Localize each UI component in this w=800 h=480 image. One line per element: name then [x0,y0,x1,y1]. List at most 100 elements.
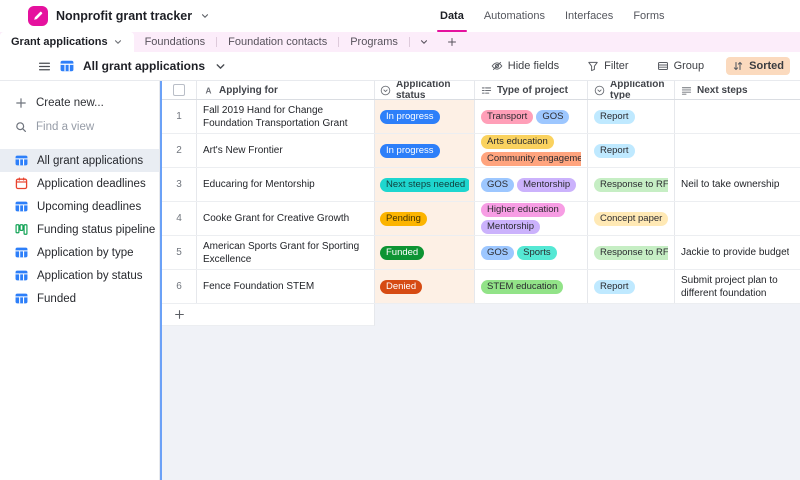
cell-application-status[interactable]: In progress [375,134,475,167]
cell-application-type[interactable]: Response to RFP [588,168,675,201]
cell-next-steps[interactable]: Neil to take ownership [675,168,800,201]
current-view-name[interactable]: All grant applications [83,59,205,73]
row-number-cell[interactable]: 4 [162,202,197,235]
cell-application-status[interactable]: Pending [375,202,475,235]
table-row: 2Art's New FrontierIn progressArts educa… [162,134,800,168]
column-header-application-type[interactable]: Application type [588,81,675,99]
cell-applying-for[interactable]: American Sports Grant for Sporting Excel… [197,236,375,269]
chevron-down-icon[interactable] [214,60,227,73]
cell-next-steps[interactable] [675,134,800,167]
row-number-cell[interactable]: 2 [162,134,197,167]
sidebar-view-all-grant-applications[interactable]: All grant applications [0,149,159,172]
button-label: Group [674,60,705,72]
cell-applying-for[interactable]: Educaring for Mentorship [197,168,375,201]
cell-application-type[interactable]: Report [588,270,675,303]
toolbar-left: All grant applications [38,59,227,73]
view-toolbar: All grant applications Hide fields Filter… [0,52,800,81]
group-icon [657,60,669,72]
sorted-button[interactable]: Sorted [726,57,790,75]
option-pill: Mentorship [481,220,540,234]
tab-grant-applications[interactable]: Grant applications [0,32,134,52]
eye-off-icon [491,60,503,72]
sidebar-view-funded[interactable]: Funded [0,287,159,310]
column-header-application-status[interactable]: Application status [375,81,475,99]
sidebar-view-application-deadlines[interactable]: Application deadlines [0,172,159,195]
cell-type-of-project[interactable]: GOSSports [475,236,588,269]
nav-automations[interactable]: Automations [484,0,545,32]
cell-application-status[interactable]: In progress [375,100,475,133]
cell-next-steps[interactable]: Jackie to provide budget [675,236,800,269]
nav-interfaces[interactable]: Interfaces [565,0,613,32]
column-header-applying-for[interactable]: AApplying for [197,81,375,99]
cell-next-steps[interactable] [675,100,800,133]
row-number-cell[interactable]: 1 [162,100,197,133]
add-table-button[interactable] [438,32,466,52]
row-number: 6 [176,281,182,292]
select-all-checkbox[interactable] [173,84,185,96]
sidebar-view-funding-status-pipeline[interactable]: Funding status pipeline [0,218,159,241]
cell-next-steps[interactable]: Submit project plan to different foundat… [675,270,800,303]
workspace-brand[interactable]: Nonprofit grant tracker [0,6,210,26]
create-new-label: Create new... [36,97,104,109]
tab-programs[interactable]: Programs [339,32,409,52]
column-label: Next steps [697,85,748,96]
grid-view-icon [15,292,28,305]
sidebar-view-application-by-type[interactable]: Application by type [0,241,159,264]
pencil-icon [32,10,44,22]
sidebar-view-application-by-status[interactable]: Application by status [0,264,159,287]
chevron-down-icon [113,37,123,47]
nav-data[interactable]: Data [440,0,464,32]
column-header-next-steps[interactable]: Next steps [675,81,800,99]
cell-applying-for[interactable]: Cooke Grant for Creative Growth [197,202,375,235]
cell-application-status[interactable]: Next steps needed [375,168,475,201]
row-number-cell[interactable]: 5 [162,236,197,269]
cell-application-type[interactable]: Report [588,134,675,167]
filter-button[interactable]: Filter [581,57,634,75]
nav-forms[interactable]: Forms [633,0,664,32]
chevron-down-icon[interactable] [200,11,210,21]
grid-view-icon [15,246,28,259]
cell-type-of-project[interactable]: Arts education Community engagement [475,134,588,167]
option-pill: Community engagement [481,152,581,166]
option-pill: Arts education [481,135,554,149]
tab-overflow-chevron[interactable] [410,32,438,52]
cell-application-type[interactable]: Concept paper [588,202,675,235]
plus-icon [174,309,185,320]
cell-type-of-project[interactable]: TransportGOS [475,100,588,133]
cell-applying-for[interactable]: Fall 2019 Hand for Change Foundation Tra… [197,100,375,133]
cell-applying-for[interactable]: Art's New Frontier [197,134,375,167]
row-number-cell[interactable]: 3 [162,168,197,201]
option-pill: Next steps needed [380,178,469,192]
cell-application-type[interactable]: Report [588,100,675,133]
cell-next-steps[interactable] [675,202,800,235]
row-number-cell[interactable]: 6 [162,270,197,303]
view-label: Funding status pipeline [37,224,155,236]
cell-type-of-project[interactable]: GOSMentorship [475,168,588,201]
table-row: 4 Cooke Grant for Creative GrowthPendingH… [162,202,800,236]
column-label: Application status [396,81,469,99]
cell-application-status[interactable]: Funded [375,236,475,269]
cell-applying-for[interactable]: Fence Foundation STEM [197,270,375,303]
header-checkbox-cell[interactable] [162,81,197,99]
sidebar-view-upcoming-deadlines[interactable]: Upcoming deadlines [0,195,159,218]
tab-label: Foundations [145,36,206,48]
find-view-input[interactable]: Find a view [0,115,159,139]
search-icon [15,121,27,133]
create-new-view-button[interactable]: Create new... [0,91,159,115]
option-pill: STEM education [481,280,563,294]
add-record-row[interactable] [162,304,375,326]
hide-fields-button[interactable]: Hide fields [485,57,565,75]
cell-type-of-project[interactable]: Higher educationMentorship [475,202,588,235]
row-number: 4 [176,213,182,224]
cell-application-status[interactable]: Denied [375,270,475,303]
column-header-type-of-project[interactable]: Type of project [475,81,588,99]
tab-label: Grant applications [11,36,108,48]
view-sidebar-toggle-icon[interactable] [38,60,51,73]
button-label: Sorted [749,60,784,72]
tab-foundations[interactable]: Foundations [134,32,217,52]
group-button[interactable]: Group [651,57,711,75]
tab-foundation-contacts[interactable]: Foundation contacts [217,32,338,52]
option-pill: Denied [380,280,422,294]
cell-type-of-project[interactable]: STEM education [475,270,588,303]
cell-application-type[interactable]: Response to RFP [588,236,675,269]
